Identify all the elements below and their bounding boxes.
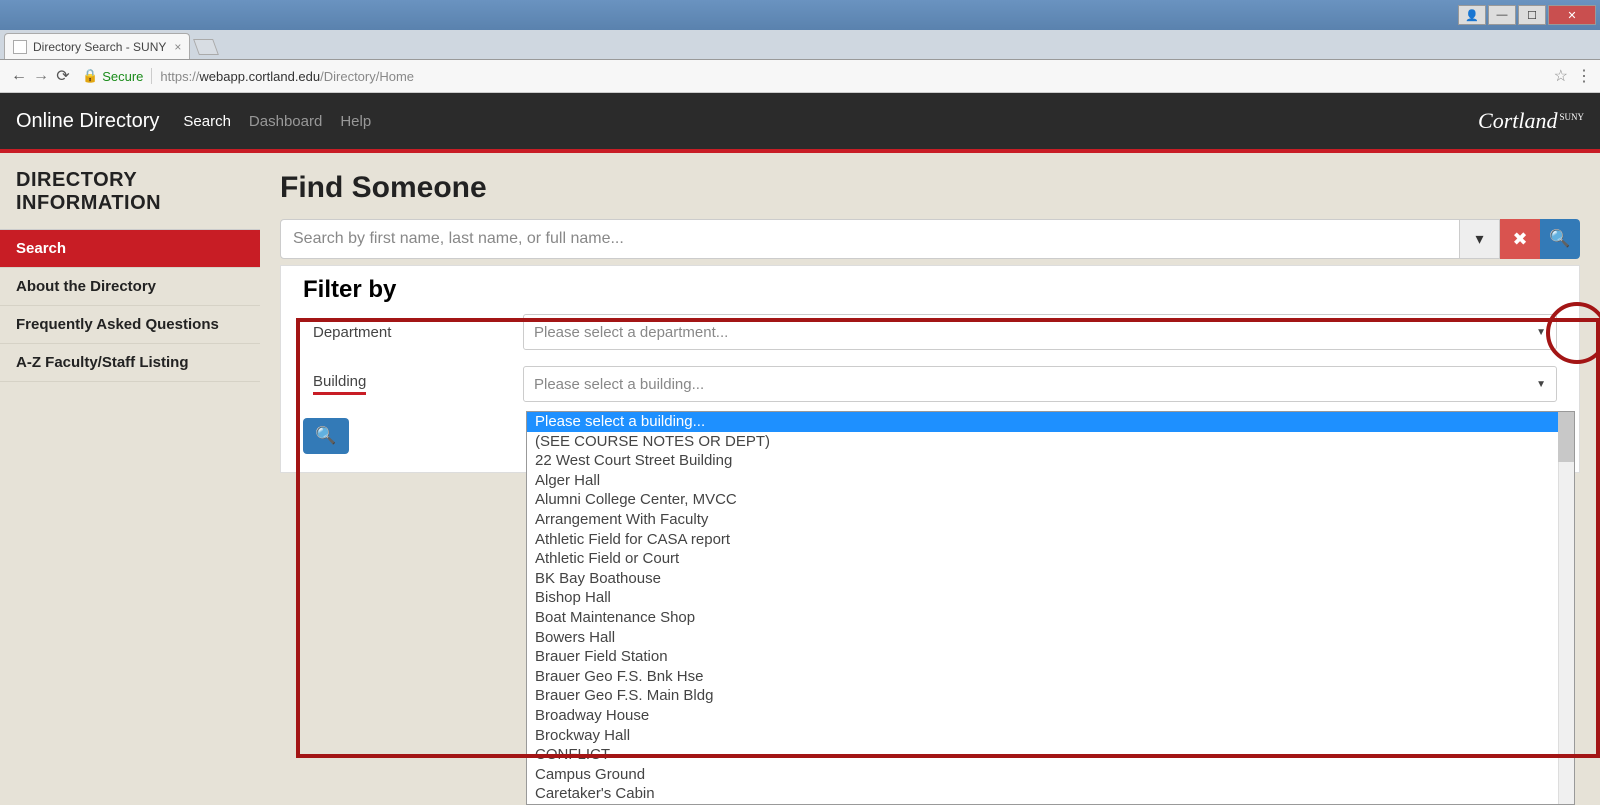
department-label: Department (303, 324, 523, 341)
chevron-down-icon: ▼ (1536, 327, 1546, 338)
building-option[interactable]: Alger Hall (527, 471, 1574, 491)
filter-panel: Filter by Department Please select a dep… (280, 265, 1580, 473)
main-area: DIRECTORY INFORMATION Search About the D… (0, 153, 1600, 473)
building-option[interactable]: BK Bay Boathouse (527, 569, 1574, 589)
building-option[interactable]: 22 West Court Street Building (527, 451, 1574, 471)
app-brand[interactable]: Online Directory (16, 110, 159, 133)
search-row: Search by first name, last name, or full… (280, 219, 1580, 259)
new-tab-button[interactable] (193, 39, 219, 55)
sidebar-item-about[interactable]: About the Directory (0, 268, 260, 306)
lock-icon: 🔒 (82, 68, 98, 84)
tab-title: Directory Search - SUNY (33, 40, 166, 54)
building-label-wrap: Building (303, 373, 523, 395)
building-option[interactable]: Please select a building... (527, 412, 1574, 432)
department-placeholder: Please select a department... (534, 324, 728, 341)
building-option[interactable]: Caretaker's Cabin (527, 784, 1574, 804)
browser-address-bar: ← → ⟳ 🔒 Secure https:// webapp.cortland.… (0, 60, 1600, 93)
browser-tab-strip: Directory Search - SUNY × (0, 30, 1600, 60)
building-option[interactable]: Broadway House (527, 706, 1574, 726)
nav-help[interactable]: Help (340, 113, 371, 130)
nav-dashboard[interactable]: Dashboard (249, 113, 322, 130)
building-option[interactable]: Arrangement With Faculty (527, 510, 1574, 530)
caret-down-icon: ▾ (1475, 229, 1483, 249)
close-tab-icon[interactable]: × (174, 40, 181, 54)
app-header: Online Directory Search Dashboard Help C… (0, 93, 1600, 149)
building-option[interactable]: Brauer Geo F.S. Bnk Hse (527, 667, 1574, 687)
window-titlebar: 👤 — ☐ ✕ (0, 0, 1600, 30)
search-placeholder: Search by first name, last name, or full… (293, 230, 624, 248)
building-option[interactable]: Brauer Field Station (527, 647, 1574, 667)
search-input[interactable]: Search by first name, last name, or full… (280, 219, 1460, 259)
filter-search-button[interactable]: 🔍 (303, 418, 349, 454)
scrollbar-thumb[interactable] (1558, 412, 1574, 462)
building-option[interactable]: (SEE COURSE NOTES OR DEPT) (527, 432, 1574, 452)
clear-button[interactable]: ✖ (1500, 219, 1540, 259)
bookmark-star-icon[interactable]: ☆ (1554, 66, 1568, 86)
sidebar: DIRECTORY INFORMATION Search About the D… (0, 153, 260, 473)
filter-title: Filter by (303, 276, 1557, 304)
back-button[interactable]: ← (8, 67, 30, 85)
chevron-down-icon: ▼ (1536, 379, 1546, 390)
close-window-button[interactable]: ✕ (1548, 5, 1596, 25)
search-icon: 🔍 (1549, 229, 1570, 249)
content-area: Find Someone Search by first name, last … (260, 153, 1600, 473)
building-option[interactable]: Athletic Field for CASA report (527, 530, 1574, 550)
search-dropdown-toggle[interactable]: ▾ (1460, 219, 1500, 259)
building-select[interactable]: Please select a building... ▼ (523, 366, 1557, 402)
security-indicator[interactable]: 🔒 Secure (82, 68, 152, 84)
reload-button[interactable]: ⟳ (52, 66, 74, 86)
department-select[interactable]: Please select a department... ▼ (523, 314, 1557, 350)
sidebar-item-search[interactable]: Search (0, 230, 260, 268)
building-option[interactable]: Athletic Field or Court (527, 549, 1574, 569)
browser-menu-icon[interactable]: ⋮ (1576, 66, 1592, 86)
minimize-button[interactable]: — (1488, 5, 1516, 25)
building-label: Building (313, 373, 366, 395)
nav-search[interactable]: Search (183, 113, 231, 130)
building-option[interactable]: Bishop Hall (527, 588, 1574, 608)
building-row: Building Please select a building... ▼ (303, 366, 1557, 402)
search-button[interactable]: 🔍 (1540, 219, 1580, 259)
building-dropdown-list[interactable]: Please select a building...(SEE COURSE N… (526, 411, 1575, 805)
page-icon (13, 40, 27, 54)
building-option[interactable]: Alumni College Center, MVCC (527, 490, 1574, 510)
cortland-logo[interactable]: CortlandSUNY (1478, 108, 1584, 134)
building-option[interactable]: Campus Ground (527, 765, 1574, 785)
user-icon[interactable]: 👤 (1458, 5, 1486, 25)
building-option[interactable]: Bowers Hall (527, 628, 1574, 648)
close-icon: ✖ (1512, 229, 1527, 250)
search-icon: 🔍 (315, 426, 336, 446)
dropdown-scrollbar[interactable] (1558, 412, 1574, 804)
page-title: Find Someone (280, 171, 1580, 205)
building-placeholder: Please select a building... (534, 376, 704, 393)
sidebar-item-az-listing[interactable]: A-Z Faculty/Staff Listing (0, 344, 260, 382)
building-option[interactable]: Boat Maintenance Shop (527, 608, 1574, 628)
maximize-button[interactable]: ☐ (1518, 5, 1546, 25)
building-option[interactable]: CONFLICT (527, 745, 1574, 765)
sidebar-title: DIRECTORY INFORMATION (0, 169, 260, 230)
forward-button[interactable]: → (30, 67, 52, 85)
building-option[interactable]: Brockway Hall (527, 726, 1574, 746)
sidebar-item-faq[interactable]: Frequently Asked Questions (0, 306, 260, 344)
secure-label: Secure (102, 69, 143, 84)
browser-tab[interactable]: Directory Search - SUNY × (4, 33, 190, 59)
building-option[interactable]: Brauer Geo F.S. Main Bldg (527, 686, 1574, 706)
department-row: Department Please select a department...… (303, 314, 1557, 350)
url-display[interactable]: https:// webapp.cortland.edu /Directory/… (160, 69, 1553, 84)
